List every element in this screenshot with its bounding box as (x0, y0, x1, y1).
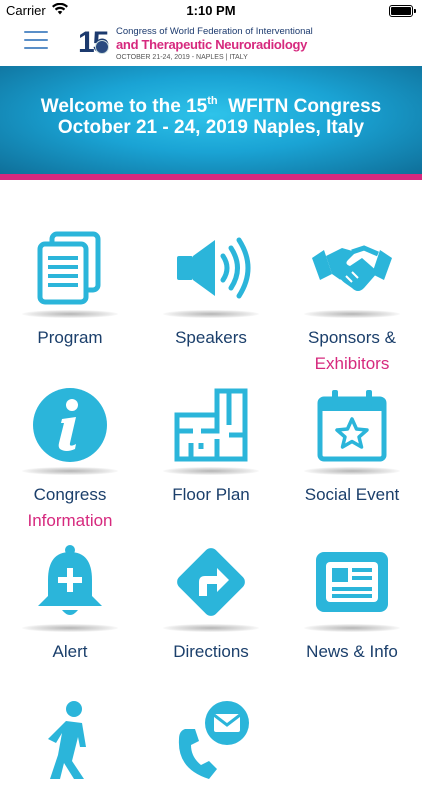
tile-congress-information[interactable]: Congress Information (0, 337, 140, 530)
icon-shadow (304, 624, 400, 632)
handshake-icon (312, 245, 392, 291)
speaker-icon (177, 237, 251, 299)
tile-sponsors-exhibitors[interactable]: Sponsors & Exhibitors (282, 180, 422, 373)
welcome-banner: Welcome to the 15th WFITN Congress Octob… (0, 66, 422, 174)
tile-program[interactable]: Program (0, 180, 140, 347)
document-icon (37, 231, 101, 305)
menu-button[interactable] (24, 31, 48, 51)
tile-news-info[interactable]: News & Info (282, 494, 422, 661)
calendar-star-icon (317, 390, 387, 462)
globe-icon (95, 40, 109, 54)
floor-plan-icon (174, 388, 248, 462)
status-bar: Carrier 1:10 PM (0, 0, 422, 22)
walking-person-icon (48, 701, 86, 779)
directions-icon (177, 548, 245, 616)
tile-directions[interactable]: Directions (141, 494, 281, 661)
icon-shadow (163, 310, 259, 318)
logo-line-2: and Therapeutic Neuroradiology (116, 37, 308, 52)
icon-shadow (22, 467, 118, 475)
logo-line-3: OCTOBER 21-24, 2019 - NAPLES | ITALY (116, 54, 248, 61)
icon-shadow (22, 310, 118, 318)
tile-label: News & Info (306, 642, 398, 661)
tile-walking[interactable] (0, 651, 140, 808)
logo-line-1: Congress of World Federation of Interven… (116, 26, 313, 37)
menu-grid: Program Speakers Sponsors & Exhibitors C… (0, 180, 422, 779)
icon-shadow (304, 467, 400, 475)
icon-shadow (163, 624, 259, 632)
icon-shadow (22, 624, 118, 632)
battery-icon (389, 5, 416, 17)
info-icon (33, 388, 107, 462)
tile-floor-plan[interactable]: Floor Plan (141, 337, 281, 504)
icon-shadow (163, 467, 259, 475)
banner-subtitle: October 21 - 24, 2019 Naples, Italy (57, 117, 365, 138)
tile-social-event[interactable]: Social Event (282, 337, 422, 504)
phone-mail-icon (178, 701, 249, 779)
banner-title: Welcome to the 15th WFITN Congress (40, 95, 382, 117)
congress-logo: 15 Congress of World Federation of Inter… (78, 24, 328, 64)
icon-shadow (304, 310, 400, 318)
clock: 1:10 PM (186, 3, 236, 18)
tile-speakers[interactable]: Speakers (141, 180, 281, 347)
newspaper-icon (316, 552, 388, 612)
hamburger-icon (24, 31, 48, 33)
tile-alert[interactable]: Alert (0, 494, 140, 661)
tile-contact[interactable] (141, 651, 281, 808)
bell-plus-icon (38, 545, 102, 615)
nav-bar: 15 Congress of World Federation of Inter… (0, 22, 422, 66)
